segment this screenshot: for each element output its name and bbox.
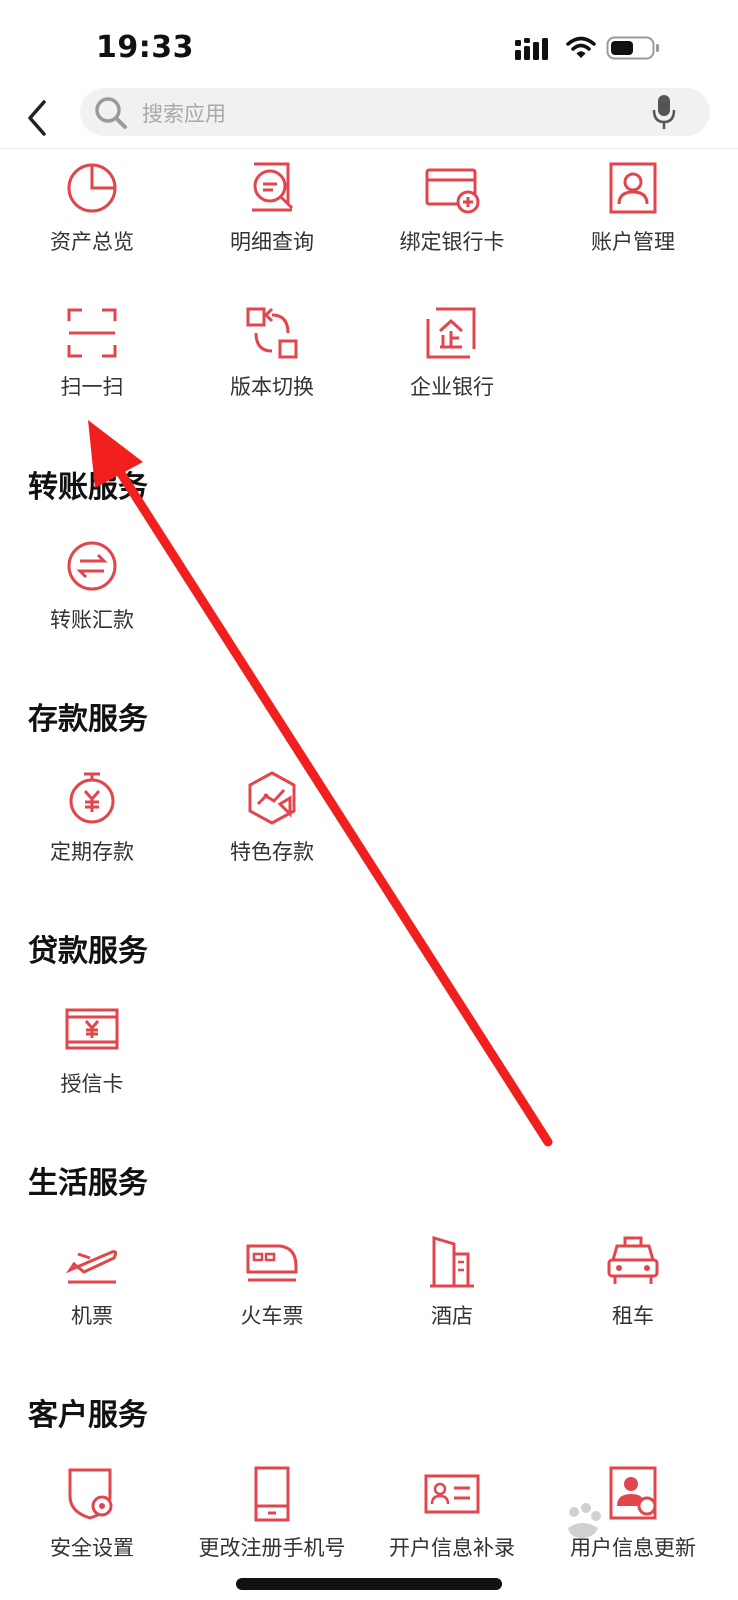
battery-icon xyxy=(606,36,659,60)
section-title-transfer: 转账服务 xyxy=(28,470,148,505)
status-bar: 19:33 xyxy=(0,0,738,90)
grid-item-version-switch[interactable]: 版本切换 xyxy=(180,305,364,425)
nav-bar: 搜索应用 xyxy=(0,88,738,149)
grid-item-scan[interactable]: 扫一扫 xyxy=(0,305,184,425)
search-detail-icon xyxy=(252,162,294,212)
grid-item-enterprise-bank[interactable]: 企业银行 xyxy=(360,305,544,425)
grid-item-label: 酒店 xyxy=(431,1304,473,1328)
credit-card-yen-icon xyxy=(65,1008,119,1050)
grid-item-label: 授信卡 xyxy=(60,1072,124,1096)
search-icon xyxy=(95,97,127,129)
train-icon xyxy=(246,1244,298,1282)
id-card-icon xyxy=(424,1474,480,1514)
grid-item-asset-overview[interactable]: 资产总览 xyxy=(0,160,184,280)
search-input[interactable]: 搜索应用 xyxy=(80,88,710,136)
grid-item-label: 定期存款 xyxy=(50,840,134,864)
grid-item-car-rental[interactable]: 租车 xyxy=(541,1234,725,1354)
wifi-icon xyxy=(566,36,596,58)
grid-item-label: 机票 xyxy=(71,1304,113,1328)
grid-item-label: 火车票 xyxy=(240,1304,304,1328)
grid-item-label: 更改注册手机号 xyxy=(198,1536,346,1560)
grid-item-label: 企业银行 xyxy=(410,375,494,399)
microphone-icon[interactable] xyxy=(652,94,676,130)
switch-version-icon xyxy=(246,307,298,359)
home-indicator[interactable] xyxy=(236,1578,502,1590)
grid-item-label: 转账汇款 xyxy=(50,608,134,632)
status-time: 19:33 xyxy=(96,30,194,65)
grid-item-special-deposit[interactable]: 特色存款 xyxy=(180,770,364,890)
account-icon xyxy=(609,162,657,214)
signal-icon xyxy=(515,38,548,60)
shield-gear-icon xyxy=(68,1468,113,1520)
bind-card-icon xyxy=(425,168,480,214)
baidu-watermark-icon xyxy=(568,1503,601,1538)
grid-item-label: 特色存款 xyxy=(230,840,314,864)
grid-item-label: 安全设置 xyxy=(50,1536,134,1560)
enterprise-icon xyxy=(426,307,476,359)
grid-item-label: 租车 xyxy=(612,1304,654,1328)
grid-item-label: 版本切换 xyxy=(230,375,314,399)
grid-item-label: 明细查询 xyxy=(230,230,314,254)
section-title-loan: 贷款服务 xyxy=(28,934,148,969)
grid-item-account-info[interactable]: 开户信息补录 xyxy=(360,1466,544,1586)
pie-chart-icon xyxy=(67,163,117,213)
grid-item-train[interactable]: 火车票 xyxy=(180,1234,364,1354)
phone-icon xyxy=(254,1466,290,1522)
grid-item-change-phone[interactable]: 更改注册手机号 xyxy=(180,1466,364,1586)
grid-item-label: 绑定银行卡 xyxy=(399,230,505,254)
section-title-deposit: 存款服务 xyxy=(28,702,148,737)
hotel-icon xyxy=(430,1235,474,1288)
scan-icon xyxy=(67,308,117,358)
car-icon xyxy=(607,1236,659,1284)
section-title-customer: 客户服务 xyxy=(28,1398,148,1433)
grid-item-hotel[interactable]: 酒店 xyxy=(360,1234,544,1354)
grid-item-fixed-deposit[interactable]: 定期存款 xyxy=(0,770,184,890)
grid-item-credit-card[interactable]: 授信卡 xyxy=(0,1002,184,1122)
grid-item-label: 资产总览 xyxy=(50,230,134,254)
grid-item-account-manage[interactable]: 账户管理 xyxy=(541,160,725,280)
grid-item-label: 开户信息补录 xyxy=(389,1536,515,1560)
hexagon-chart-icon xyxy=(248,771,296,825)
grid-item-transfer[interactable]: 转账汇款 xyxy=(0,538,184,658)
grid-item-bind-card[interactable]: 绑定银行卡 xyxy=(360,160,544,280)
timer-yen-icon xyxy=(69,772,115,824)
plane-icon xyxy=(65,1250,118,1284)
grid-item-label: 账户管理 xyxy=(591,230,675,254)
transfer-icon xyxy=(67,541,117,591)
grid-item-security-settings[interactable]: 安全设置 xyxy=(0,1466,184,1586)
grid-item-flight[interactable]: 机票 xyxy=(0,1234,184,1354)
search-placeholder: 搜索应用 xyxy=(142,102,226,126)
grid-item-label: 扫一扫 xyxy=(60,375,124,399)
grid-item-detail-query[interactable]: 明细查询 xyxy=(180,160,364,280)
section-title-life: 生活服务 xyxy=(28,1166,148,1201)
back-icon[interactable] xyxy=(22,96,52,140)
